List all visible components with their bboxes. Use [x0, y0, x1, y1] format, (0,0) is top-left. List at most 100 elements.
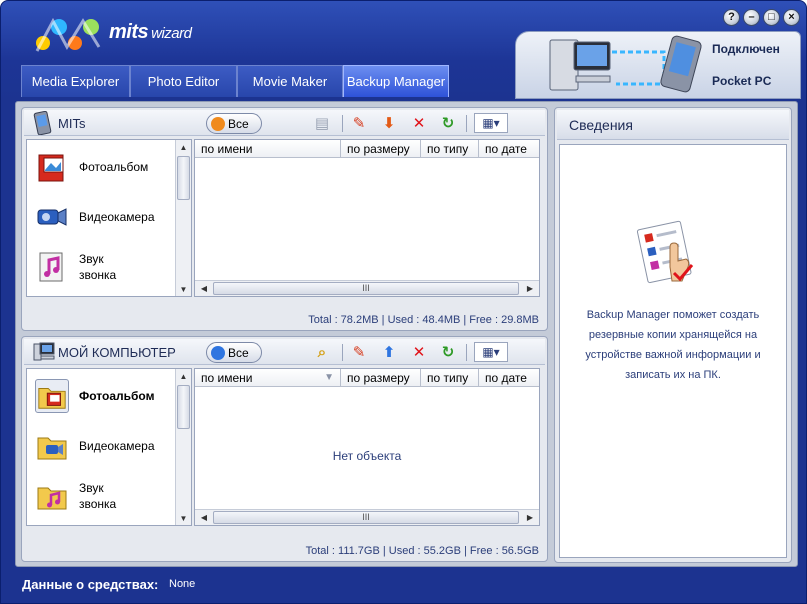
category-label: Видеокамера	[79, 439, 155, 453]
info-panel-body: Backup Manager поможет создать резервные…	[559, 144, 787, 558]
maximize-button[interactable]: □	[763, 9, 780, 26]
column-sort-by-type[interactable]: по типу	[421, 140, 479, 158]
scroll-up-icon[interactable]: ▲	[176, 140, 191, 154]
ringtone-icon	[39, 252, 63, 282]
category-label: Звук звонка	[79, 252, 117, 282]
backup-illustration-icon	[636, 220, 694, 284]
column-label: по имени	[201, 371, 253, 385]
toolbar-divider	[342, 344, 343, 361]
column-sort-by-size[interactable]: по размеру	[341, 140, 421, 158]
download-icon[interactable]: ⬇	[378, 113, 400, 133]
logo-mark-icon	[35, 17, 101, 52]
tab-media-explorer[interactable]: Media Explorer	[21, 65, 130, 97]
scrollbar-thumb[interactable]: III	[213, 282, 519, 295]
computer-icon	[33, 342, 55, 361]
column-sort-by-date[interactable]: по дате	[479, 140, 539, 158]
category-photo-album[interactable]: Фотоальбом	[27, 371, 177, 421]
info-description: Backup Manager поможет создать резервные…	[585, 309, 761, 381]
column-sort-by-size[interactable]: по размеру	[341, 369, 421, 387]
video-camera-folder-icon	[37, 437, 67, 460]
logo-wordmark: mits wizard	[109, 21, 192, 43]
header: mits wizard ? – □ × Media Explorer Photo …	[1, 1, 806, 101]
toolbar-divider	[466, 344, 467, 361]
view-mode-dropdown[interactable]: ▦▾	[474, 113, 508, 133]
app-window: mits wizard ? – □ × Media Explorer Photo …	[0, 0, 807, 604]
category-video-camera[interactable]: Видеокамера	[27, 192, 177, 242]
pc-show-all-button[interactable]: Все	[206, 342, 262, 363]
toolbar-divider	[342, 115, 343, 132]
scroll-down-icon[interactable]: ▼	[176, 511, 191, 525]
minimize-button[interactable]: –	[743, 9, 760, 26]
mits-panel-title: MITs	[58, 116, 86, 131]
tab-backup-manager[interactable]: Backup Manager	[343, 65, 449, 97]
scroll-left-icon[interactable]: ◀	[197, 510, 211, 525]
column-sort-by-name[interactable]: по имени ▼	[195, 369, 341, 387]
toolbar-divider	[466, 115, 467, 132]
category-label: Звук звонка	[79, 481, 117, 511]
close-button[interactable]: ×	[783, 9, 800, 26]
delete-icon[interactable]: ✕	[408, 113, 430, 133]
storage-stats: Total : 111.7GB | Used : 55.2GB | Free :…	[305, 545, 539, 557]
column-sort-by-name[interactable]: по имени	[195, 140, 341, 158]
mits-category-list: Фотоальбом Видеокамера Звук звонка ▲ ▼	[26, 139, 192, 297]
scrollbar-thumb[interactable]	[177, 156, 190, 200]
pda-icon	[33, 111, 52, 135]
delete-icon[interactable]: ✕	[408, 342, 430, 362]
column-sort-by-date[interactable]: по дате	[479, 369, 539, 387]
photo-album-icon	[38, 154, 64, 182]
folder-icon[interactable]: ▤	[311, 113, 333, 133]
category-video-camera[interactable]: Видеокамера	[27, 421, 177, 471]
device-status: Подключен	[712, 42, 780, 56]
resource-data-value: None	[169, 578, 196, 590]
scroll-right-icon[interactable]: ▶	[523, 510, 537, 525]
backup-manager-body: MITs Все ▤ ✎ ⬇ ✕ ↻ ▦▾ Фотоальбом Видеока…	[15, 101, 798, 567]
category-scrollbar[interactable]: ▲ ▼	[175, 140, 191, 296]
scrollbar-thumb[interactable]	[177, 385, 190, 429]
file-list-header: по имени ▼ по размеру по типу по дате	[195, 369, 539, 387]
select-checklist-icon[interactable]: ✎	[348, 342, 370, 362]
device-connection-panel: Подключен Pocket PC	[515, 31, 801, 99]
mits-show-all-button[interactable]: Все	[206, 113, 262, 134]
help-button[interactable]: ?	[723, 9, 740, 26]
search-folder-icon[interactable]: ⌕	[311, 342, 333, 362]
refresh-icon[interactable]: ↻	[437, 342, 459, 362]
info-panel: Сведения Backup Manager поможет создать …	[554, 107, 792, 563]
category-ringtone[interactable]: Звук звонка	[27, 242, 177, 292]
scroll-right-icon[interactable]: ▶	[523, 281, 537, 296]
device-name: Pocket PC	[712, 74, 772, 88]
file-list-horizontal-scrollbar[interactable]: ◀ III ▶	[195, 509, 539, 525]
arrow-down-icon	[211, 116, 225, 131]
main-tabs: Media Explorer Photo Editor Movie Maker …	[21, 65, 449, 97]
scroll-down-icon[interactable]: ▼	[176, 282, 191, 296]
ringtone-folder-icon	[37, 487, 67, 510]
category-photo-album[interactable]: Фотоальбом	[27, 142, 177, 192]
category-label: Видеокамера	[79, 210, 155, 224]
column-sort-by-type[interactable]: по типу	[421, 369, 479, 387]
empty-list-message: Нет объекта	[332, 449, 402, 463]
pc-to-pda-connection-icon	[549, 35, 702, 93]
arrow-up-icon	[211, 345, 225, 360]
view-mode-dropdown[interactable]: ▦▾	[474, 342, 508, 362]
category-scrollbar[interactable]: ▲ ▼	[175, 369, 191, 525]
file-list-horizontal-scrollbar[interactable]: ◀ III ▶	[195, 280, 539, 296]
show-all-label: Все	[228, 116, 249, 131]
pc-category-list: Фотоальбом Видеокамера Звук звонка ▲ ▼	[26, 368, 192, 526]
upload-icon[interactable]: ⬆	[378, 342, 400, 362]
refresh-icon[interactable]: ↻	[437, 113, 459, 133]
category-ringtone[interactable]: Звук звонка	[27, 471, 177, 521]
my-computer-panel-title: МОЙ КОМПЬЮТЕР	[58, 345, 176, 360]
my-computer-panel-header: МОЙ КОМПЬЮТЕР Все ⌕ ✎ ⬆ ✕ ↻ ▦▾	[24, 339, 545, 365]
mits-file-list: по имени по размеру по типу по дате ◀ II…	[194, 139, 540, 297]
category-label: Фотоальбом	[79, 160, 149, 174]
storage-stats: Total : 78.2MB | Used : 48.4MB | Free : …	[308, 314, 539, 326]
window-controls: ? – □ ×	[723, 9, 800, 26]
scroll-left-icon[interactable]: ◀	[197, 281, 211, 296]
tab-movie-maker[interactable]: Movie Maker	[237, 65, 343, 97]
status-bar: Данные о средствах: None	[1, 567, 806, 603]
scrollbar-thumb[interactable]: III	[213, 511, 519, 524]
scroll-up-icon[interactable]: ▲	[176, 369, 191, 383]
select-checklist-icon[interactable]: ✎	[348, 113, 370, 133]
tab-photo-editor[interactable]: Photo Editor	[130, 65, 237, 97]
pc-file-list: по имени ▼ по размеру по типу по дате Не…	[194, 368, 540, 526]
resource-data-label: Данные о средствах:	[22, 577, 159, 592]
